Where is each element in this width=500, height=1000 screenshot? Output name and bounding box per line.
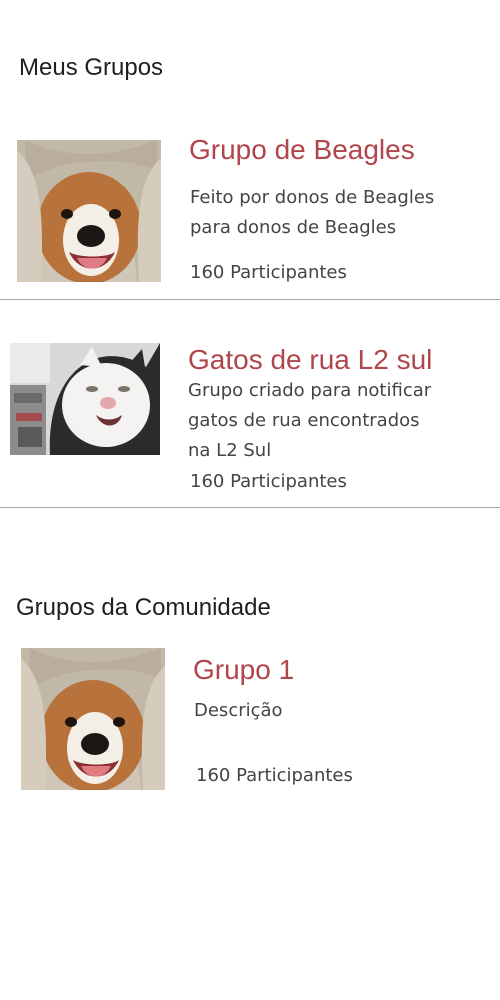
group-description: Feito por donos de Beagles para donos de… bbox=[190, 187, 435, 238]
cat-photo[interactable] bbox=[10, 343, 160, 455]
beagle-photo[interactable] bbox=[21, 648, 165, 790]
group-title[interactable]: Gatos de rua L2 sul bbox=[188, 346, 432, 374]
group-members-count: 160 Participantes bbox=[190, 262, 347, 283]
group-title[interactable]: Grupo de Beagles bbox=[189, 136, 415, 164]
divider bbox=[0, 507, 500, 508]
group-card-beagles[interactable]: Grupo de Beagles Feito por donos de Beag… bbox=[0, 120, 500, 300]
group-card-cats[interactable]: Gatos de rua L2 sul Grupo criado para no… bbox=[0, 330, 500, 508]
group-members-count: 160 Participantes bbox=[190, 471, 347, 492]
beagle-image bbox=[21, 648, 165, 790]
community-groups-section-title: Grupos da Comunidade bbox=[16, 594, 271, 621]
group-description: Descrição bbox=[194, 700, 283, 721]
beagle-photo[interactable] bbox=[17, 140, 161, 282]
group-title[interactable]: Grupo 1 bbox=[193, 656, 294, 684]
group-members-count: 160 Participantes bbox=[196, 765, 353, 786]
cat-image bbox=[10, 343, 160, 455]
beagle-image bbox=[17, 140, 161, 282]
my-groups-section-title: Meus Grupos bbox=[19, 54, 164, 81]
divider bbox=[0, 299, 500, 300]
group-description: Grupo criado para notificar gatos de rua… bbox=[188, 380, 432, 461]
group-card-community-1[interactable]: Grupo 1 Descrição 160 Participantes bbox=[0, 628, 500, 808]
